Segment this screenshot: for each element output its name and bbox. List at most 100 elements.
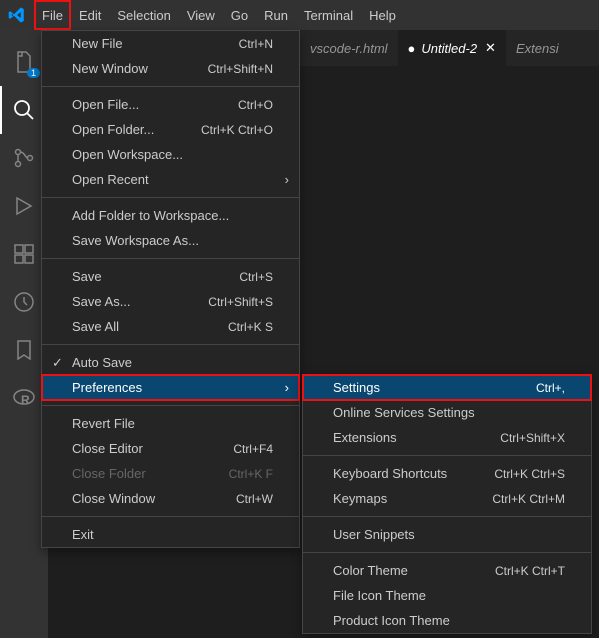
- menu-item-label: Save All: [72, 319, 119, 334]
- menu-selection[interactable]: Selection: [109, 0, 178, 30]
- menu-item-shortcut: Ctrl+K Ctrl+S: [494, 467, 565, 481]
- menu-separator: [42, 344, 299, 345]
- menu-separator: [42, 258, 299, 259]
- menu-help[interactable]: Help: [361, 0, 404, 30]
- menu-item-label: Save: [72, 269, 102, 284]
- menu-item-label: Close Folder: [72, 466, 146, 481]
- menu-item-settings[interactable]: Settings Ctrl+,: [303, 375, 591, 400]
- close-icon[interactable]: ✕: [485, 40, 496, 56]
- preferences-submenu: Settings Ctrl+, Online Services Settings Ex…: [302, 374, 592, 634]
- menu-item-save-workspace-as[interactable]: Save Workspace As...: [42, 228, 299, 253]
- menu-view[interactable]: View: [179, 0, 223, 30]
- tab-label: Untitled-2: [421, 41, 477, 56]
- menu-item-label: Extensions: [333, 430, 397, 445]
- menu-item-new-file[interactable]: New File Ctrl+N: [42, 31, 299, 56]
- chevron-right-icon: ›: [285, 380, 289, 395]
- menu-item-shortcut: Ctrl+K Ctrl+T: [495, 564, 565, 578]
- menu-separator: [42, 86, 299, 87]
- tab-untitled-2[interactable]: ● Untitled-2 ✕: [398, 30, 506, 66]
- menu-item-shortcut: Ctrl+,: [536, 381, 565, 395]
- menu-separator: [42, 405, 299, 406]
- menu-item-user-snippets[interactable]: User Snippets: [303, 522, 591, 547]
- dirty-indicator-icon: ●: [408, 41, 416, 56]
- menu-item-online-services-settings[interactable]: Online Services Settings: [303, 400, 591, 425]
- tab-extensions-truncated[interactable]: Extensi: [506, 30, 569, 66]
- chevron-right-icon: ›: [285, 172, 289, 187]
- menu-item-product-icon-theme[interactable]: Product Icon Theme: [303, 608, 591, 633]
- menu-item-label: Preferences: [72, 380, 142, 395]
- vscode-logo: [8, 6, 26, 24]
- tab-vscode-r[interactable]: vscode-r.html: [300, 30, 398, 66]
- menu-item-label: Keyboard Shortcuts: [333, 466, 447, 481]
- menu-item-shortcut: Ctrl+K S: [228, 320, 273, 334]
- menu-item-label: Revert File: [72, 416, 135, 431]
- menu-item-label: Open File...: [72, 97, 139, 112]
- menu-item-shortcut: Ctrl+N: [239, 37, 273, 51]
- menu-run[interactable]: Run: [256, 0, 296, 30]
- menu-item-label: User Snippets: [333, 527, 415, 542]
- menu-item-label: Product Icon Theme: [333, 613, 450, 628]
- menu-item-revert-file[interactable]: Revert File: [42, 411, 299, 436]
- explorer-badge: 1: [27, 68, 40, 78]
- menu-item-shortcut: Ctrl+O: [238, 98, 273, 112]
- menu-item-auto-save[interactable]: ✓Auto Save: [42, 350, 299, 375]
- menu-item-label: Close Editor: [72, 441, 143, 456]
- menu-item-shortcut: Ctrl+F4: [233, 442, 273, 456]
- menu-item-save[interactable]: Save Ctrl+S: [42, 264, 299, 289]
- menu-edit[interactable]: Edit: [71, 0, 109, 30]
- menu-item-close-folder: Close Folder Ctrl+K F: [42, 461, 299, 486]
- menu-item-extensions[interactable]: Extensions Ctrl+Shift+X: [303, 425, 591, 450]
- menu-item-add-folder-to-workspace[interactable]: Add Folder to Workspace...: [42, 203, 299, 228]
- menu-item-open-recent[interactable]: Open Recent ›: [42, 167, 299, 192]
- menu-item-file-icon-theme[interactable]: File Icon Theme: [303, 583, 591, 608]
- menu-separator: [42, 197, 299, 198]
- menu-file[interactable]: File: [34, 0, 71, 30]
- menu-item-label: Save Workspace As...: [72, 233, 199, 248]
- menu-item-shortcut: Ctrl+S: [239, 270, 273, 284]
- menu-item-exit[interactable]: Exit: [42, 522, 299, 547]
- svg-text:R: R: [21, 393, 30, 407]
- menu-item-shortcut: Ctrl+Shift+N: [208, 62, 273, 76]
- menu-item-label: Exit: [72, 527, 94, 542]
- menu-item-label: File Icon Theme: [333, 588, 426, 603]
- menu-item-label: Auto Save: [72, 355, 132, 370]
- menu-item-keyboard-shortcuts[interactable]: Keyboard Shortcuts Ctrl+K Ctrl+S: [303, 461, 591, 486]
- menu-item-open-folder[interactable]: Open Folder... Ctrl+K Ctrl+O: [42, 117, 299, 142]
- menu-item-save-as[interactable]: Save As... Ctrl+Shift+S: [42, 289, 299, 314]
- menu-go[interactable]: Go: [223, 0, 256, 30]
- file-menu-dropdown: New File Ctrl+N New Window Ctrl+Shift+N Ope…: [41, 30, 300, 548]
- menu-item-preferences[interactable]: Preferences ›: [42, 375, 299, 400]
- menu-item-label: Add Folder to Workspace...: [72, 208, 229, 223]
- menu-item-shortcut: Ctrl+K Ctrl+M: [492, 492, 565, 506]
- menu-separator: [303, 455, 591, 456]
- menu-item-label: Save As...: [72, 294, 131, 309]
- menu-item-label: Open Folder...: [72, 122, 154, 137]
- menu-item-label: Open Recent: [72, 172, 149, 187]
- menu-item-label: Online Services Settings: [333, 405, 475, 420]
- menu-item-label: New Window: [72, 61, 148, 76]
- menu-separator: [42, 516, 299, 517]
- menu-item-open-workspace[interactable]: Open Workspace...: [42, 142, 299, 167]
- menu-item-new-window[interactable]: New Window Ctrl+Shift+N: [42, 56, 299, 81]
- menu-item-shortcut: Ctrl+Shift+X: [500, 431, 565, 445]
- menu-item-color-theme[interactable]: Color Theme Ctrl+K Ctrl+T: [303, 558, 591, 583]
- menu-separator: [303, 552, 591, 553]
- menu-item-keymaps[interactable]: Keymaps Ctrl+K Ctrl+M: [303, 486, 591, 511]
- menu-item-shortcut: Ctrl+W: [236, 492, 273, 506]
- menu-item-label: Settings: [333, 380, 380, 395]
- menu-item-shortcut: Ctrl+K F: [229, 467, 273, 481]
- menu-item-save-all[interactable]: Save All Ctrl+K S: [42, 314, 299, 339]
- menu-item-label: Close Window: [72, 491, 155, 506]
- menu-item-shortcut: Ctrl+Shift+S: [208, 295, 273, 309]
- menu-item-label: Open Workspace...: [72, 147, 183, 162]
- menu-item-label: Keymaps: [333, 491, 387, 506]
- menu-terminal[interactable]: Terminal: [296, 0, 361, 30]
- menu-item-label: New File: [72, 36, 123, 51]
- menu-item-close-window[interactable]: Close Window Ctrl+W: [42, 486, 299, 511]
- menubar: File Edit Selection View Go Run Terminal…: [0, 0, 599, 30]
- menu-item-close-editor[interactable]: Close Editor Ctrl+F4: [42, 436, 299, 461]
- menu-separator: [303, 516, 591, 517]
- menu-item-label: Color Theme: [333, 563, 408, 578]
- menu-item-open-file[interactable]: Open File... Ctrl+O: [42, 92, 299, 117]
- menu-item-shortcut: Ctrl+K Ctrl+O: [201, 123, 273, 137]
